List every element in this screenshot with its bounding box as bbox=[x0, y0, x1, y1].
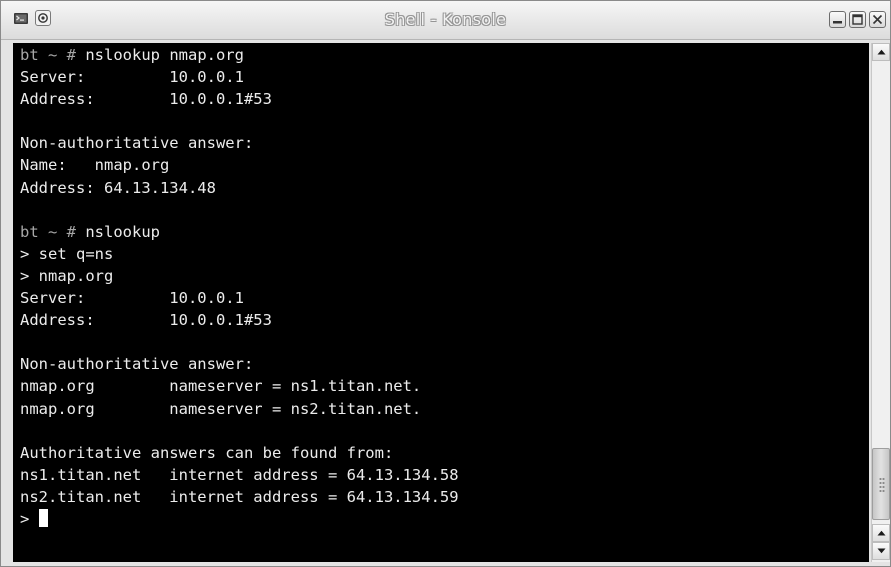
terminal-line: Address: 10.0.0.1#53 bbox=[20, 88, 459, 110]
title-bar-left-controls bbox=[13, 10, 51, 26]
scroll-up-button[interactable] bbox=[872, 43, 890, 61]
arrow-up-icon bbox=[877, 49, 886, 55]
terminal-line-text: ns2.titan.net internet address = 64.13.1… bbox=[20, 487, 459, 506]
shell-prompt: bt ~ # bbox=[20, 46, 76, 64]
input-prompt: > bbox=[20, 509, 39, 528]
terminal-line: nmap.org nameserver = ns1.titan.net. bbox=[20, 375, 459, 397]
terminal-line: nmap.org nameserver = ns2.titan.net. bbox=[20, 398, 459, 420]
title-bar[interactable]: Shell - Konsole bbox=[1, 1, 890, 40]
terminal-line-text: Authoritative answers can be found from: bbox=[20, 443, 394, 462]
terminal-line: Name: nmap.org bbox=[20, 154, 459, 176]
maximize-icon[interactable] bbox=[849, 11, 866, 28]
scrollbar-thumb[interactable] bbox=[872, 448, 890, 520]
sticky-icon[interactable] bbox=[35, 10, 51, 26]
terminal-line: Authoritative answers can be found from: bbox=[20, 442, 459, 464]
scroll-up-lower-button[interactable] bbox=[872, 524, 890, 542]
terminal-output-area[interactable]: bt ~ # nslookup nmap.org Server: 10.0.0.1… bbox=[13, 43, 869, 562]
terminal-line-text: > set q=ns bbox=[20, 244, 114, 263]
terminal-line: Server: 10.0.0.1 bbox=[20, 287, 459, 309]
terminal-line: bt ~ # nslookup nmap.org bbox=[20, 44, 459, 66]
terminal-line-text: Server: 10.0.0.1 bbox=[20, 289, 244, 308]
terminal-line: Non-authoritative answer: bbox=[20, 353, 459, 375]
konsole-window: Shell - Konsole bt ~ # nslookup nmap.org… bbox=[0, 0, 891, 567]
close-icon[interactable] bbox=[869, 11, 886, 28]
terminal-line: Address: 10.0.0.1#53 bbox=[20, 309, 459, 331]
vertical-scrollbar[interactable] bbox=[871, 43, 890, 562]
terminal-line-text: nslookup bbox=[76, 222, 160, 241]
terminal-line-text: nmap.org nameserver = ns2.titan.net. bbox=[20, 399, 422, 418]
terminal-line-text: nmap.org nameserver = ns1.titan.net. bbox=[20, 377, 422, 396]
window-title: Shell - Konsole bbox=[384, 10, 507, 29]
text-cursor bbox=[38, 508, 48, 527]
terminal-line-text: Non-authoritative answer: bbox=[20, 134, 254, 153]
terminal-line-text: Server: 10.0.0.1 bbox=[20, 68, 244, 87]
terminal-line-text: Non-authoritative answer: bbox=[20, 355, 254, 374]
terminal-line: > set q=ns bbox=[20, 243, 459, 265]
terminal-line-text: Address: 10.0.0.1#53 bbox=[20, 311, 272, 330]
terminal-input-line[interactable]: > bbox=[20, 508, 459, 530]
terminal-line: Server: 10.0.0.1 bbox=[20, 66, 459, 88]
window-controls bbox=[829, 11, 886, 28]
terminal-line-text: nslookup nmap.org bbox=[76, 46, 244, 64]
terminal-line: ns1.titan.net internet address = 64.13.1… bbox=[20, 464, 459, 486]
terminal-line: bt ~ # nslookup bbox=[20, 221, 459, 243]
arrow-down-icon bbox=[877, 548, 886, 554]
terminal-line: Address: 64.13.134.48 bbox=[20, 177, 459, 199]
grip-icon bbox=[879, 477, 885, 493]
terminal-line-text: ns1.titan.net internet address = 64.13.1… bbox=[20, 465, 459, 484]
terminal-line-text: > nmap.org bbox=[20, 266, 114, 285]
terminal-line: ns2.titan.net internet address = 64.13.1… bbox=[20, 486, 459, 508]
terminal-line: > nmap.org bbox=[20, 265, 459, 287]
terminal-line-text: Address: 64.13.134.48 bbox=[20, 178, 216, 197]
terminal-line-text: Name: nmap.org bbox=[20, 156, 170, 175]
terminal-lines: bt ~ # nslookup nmap.org Server: 10.0.0.1… bbox=[20, 44, 459, 530]
arrow-up-icon bbox=[877, 530, 886, 536]
terminal-line-text: Address: 10.0.0.1#53 bbox=[20, 90, 272, 109]
shell-prompt: bt ~ # bbox=[20, 222, 76, 241]
terminal-line: Non-authoritative answer: bbox=[20, 132, 459, 154]
konsole-menu-icon[interactable] bbox=[13, 10, 29, 26]
scroll-down-button[interactable] bbox=[872, 542, 890, 560]
minimize-icon[interactable] bbox=[829, 11, 846, 28]
